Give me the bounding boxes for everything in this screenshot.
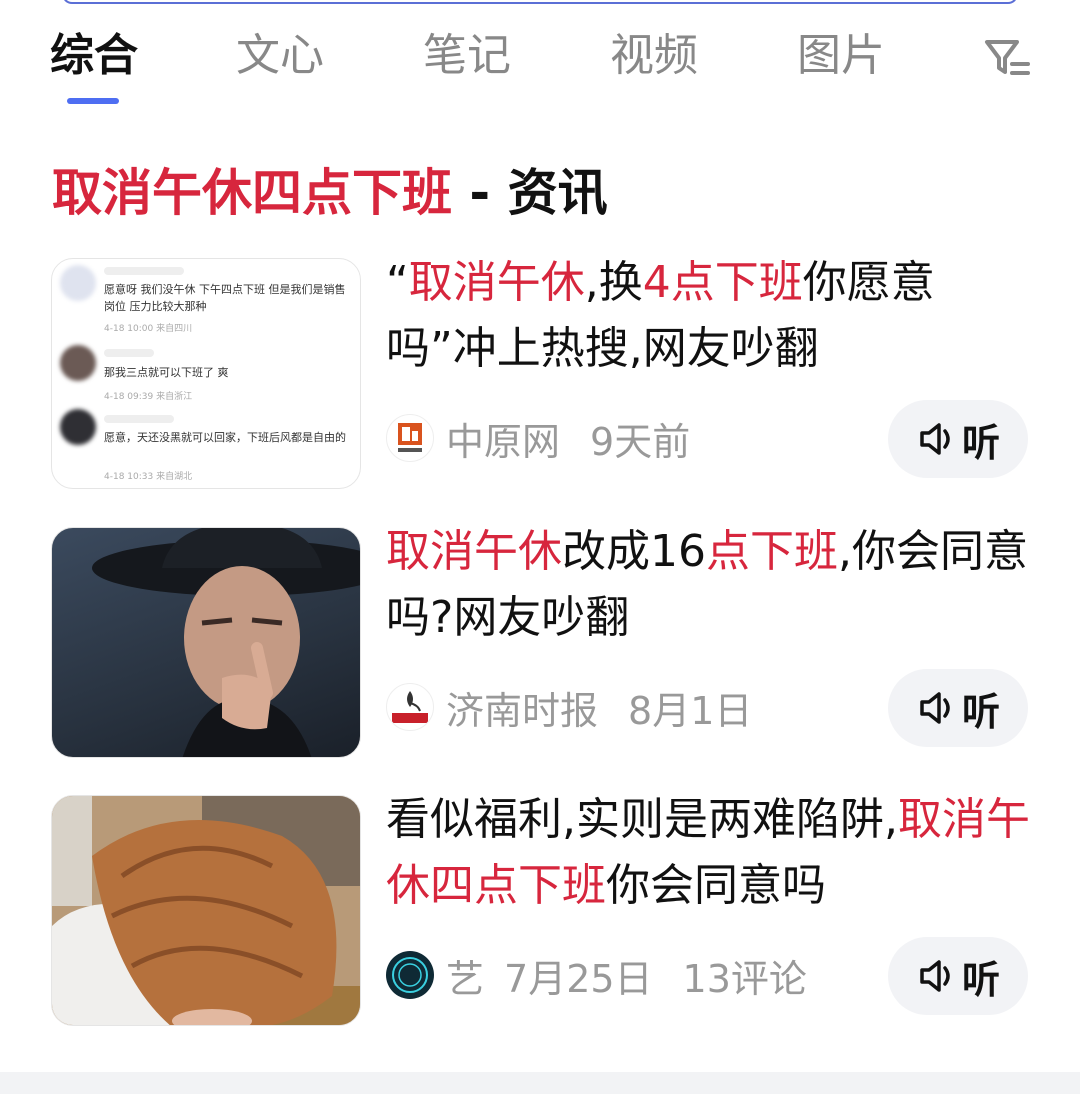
title-part-highlight: 点下班	[706, 526, 838, 577]
article-title[interactable]: 取消午休改成16点下班,你会同意吗?网友吵翻	[386, 519, 1036, 651]
article-title[interactable]: “取消午休,换4点下班你愿意吗”冲上热搜,网友吵翻	[386, 250, 1036, 382]
article-thumbnail[interactable]	[51, 795, 361, 1026]
article-thumbnail[interactable]: 愿意呀 我们没午休 下午四点下班 但是我们是销售岗位 压力比较大那种 4-18 …	[51, 258, 361, 489]
tab-comprehensive[interactable]: 综合	[50, 26, 138, 86]
article-time: 8月1日	[628, 688, 753, 733]
speaker-icon	[920, 960, 950, 992]
article-title[interactable]: 看似福利,实则是两难陷阱,取消午休四点下班你会同意吗	[386, 787, 1036, 919]
section-divider	[0, 1072, 1080, 1094]
article-meta: 艺 7月25日 13评论	[386, 947, 837, 1003]
commenter-name-blurred	[104, 349, 154, 357]
listen-button[interactable]: 听	[888, 669, 1028, 747]
article-source[interactable]: 艺	[446, 948, 484, 1003]
comment-count[interactable]: 13评论	[683, 948, 807, 1003]
speaker-icon	[920, 692, 950, 724]
active-tab-indicator	[67, 98, 119, 104]
listen-label: 听	[961, 689, 1000, 734]
title-part-highlight: 取消午休	[386, 526, 562, 577]
tab-notes[interactable]: 笔记	[423, 26, 511, 86]
news-card[interactable]: 愿意呀 我们没午休 下午四点下班 但是我们是销售岗位 压力比较大那种 4-18 …	[0, 257, 1080, 508]
title-part: 看似福利,实则是两难陷阱,	[386, 794, 898, 845]
speaker-icon	[920, 423, 950, 455]
article-time: 9天前	[590, 419, 691, 464]
comment-meta: 4-18 09:39 来自浙江	[104, 392, 193, 402]
listen-label: 听	[961, 420, 1000, 465]
filter-icon[interactable]	[984, 38, 1032, 78]
source-avatar-icon	[386, 951, 434, 999]
section-title-separator: -	[452, 164, 508, 222]
title-part-highlight: 取消午休	[408, 257, 585, 308]
article-time: 7月25日	[504, 956, 653, 1001]
commenter-name-blurred	[104, 415, 174, 423]
listen-button[interactable]: 听	[888, 400, 1028, 478]
title-part-highlight: 4点下班	[642, 257, 803, 308]
listen-label: 听	[961, 957, 1000, 1002]
comment-meta: 4-18 10:33 来自湖北	[104, 472, 193, 482]
title-part: ,换	[584, 257, 643, 308]
comment-meta: 4-18 10:00 来自四川	[104, 324, 193, 334]
commenter-avatar	[60, 345, 96, 381]
commenter-avatar	[60, 409, 96, 445]
listen-button[interactable]: 听	[888, 937, 1028, 1015]
news-card[interactable]: 取消午休改成16点下班,你会同意吗?网友吵翻 济南时报 8月1日 听	[0, 526, 1080, 777]
jinan-times-logo-icon	[386, 683, 434, 731]
comment-text: 愿意，天还没黑就可以回家，下班后风都是自由的	[104, 431, 346, 444]
commenter-name-blurred	[104, 267, 184, 275]
zhongyuan-logo-icon	[386, 414, 434, 462]
title-part: 你会同意吗	[606, 860, 826, 911]
article-source[interactable]: 中原网	[446, 411, 560, 466]
title-part: 改成16	[562, 526, 706, 577]
section-title-keyword: 取消午休四点下班	[52, 164, 452, 222]
article-meta: 中原网 9天前	[386, 410, 720, 466]
tab-wenxin[interactable]: 文心	[236, 26, 324, 86]
article-meta: 济南时报 8月1日	[386, 679, 782, 735]
section-title-suffix: 资讯	[507, 164, 608, 222]
article-thumbnail[interactable]	[51, 527, 361, 758]
news-card[interactable]: 看似福利,实则是两难陷阱,取消午休四点下班你会同意吗 艺 7月25日 13评论 …	[0, 794, 1080, 1045]
article-source[interactable]: 济南时报	[446, 680, 598, 735]
comment-text: 那我三点就可以下班了 爽	[104, 366, 229, 379]
tab-bar: 综合 文心 笔记 视频 图片	[0, 26, 1080, 106]
tab-videos[interactable]: 视频	[610, 26, 698, 86]
comment-text: 愿意呀 我们没午休 下午四点下班 但是我们是销售岗位 压力比较大那种	[104, 283, 346, 313]
search-box-edge[interactable]	[62, 0, 1018, 4]
section-title[interactable]: 取消午休四点下班 - 资讯	[52, 160, 608, 226]
commenter-avatar	[60, 265, 96, 301]
title-part: “	[386, 257, 409, 308]
tab-images[interactable]: 图片	[797, 26, 885, 86]
